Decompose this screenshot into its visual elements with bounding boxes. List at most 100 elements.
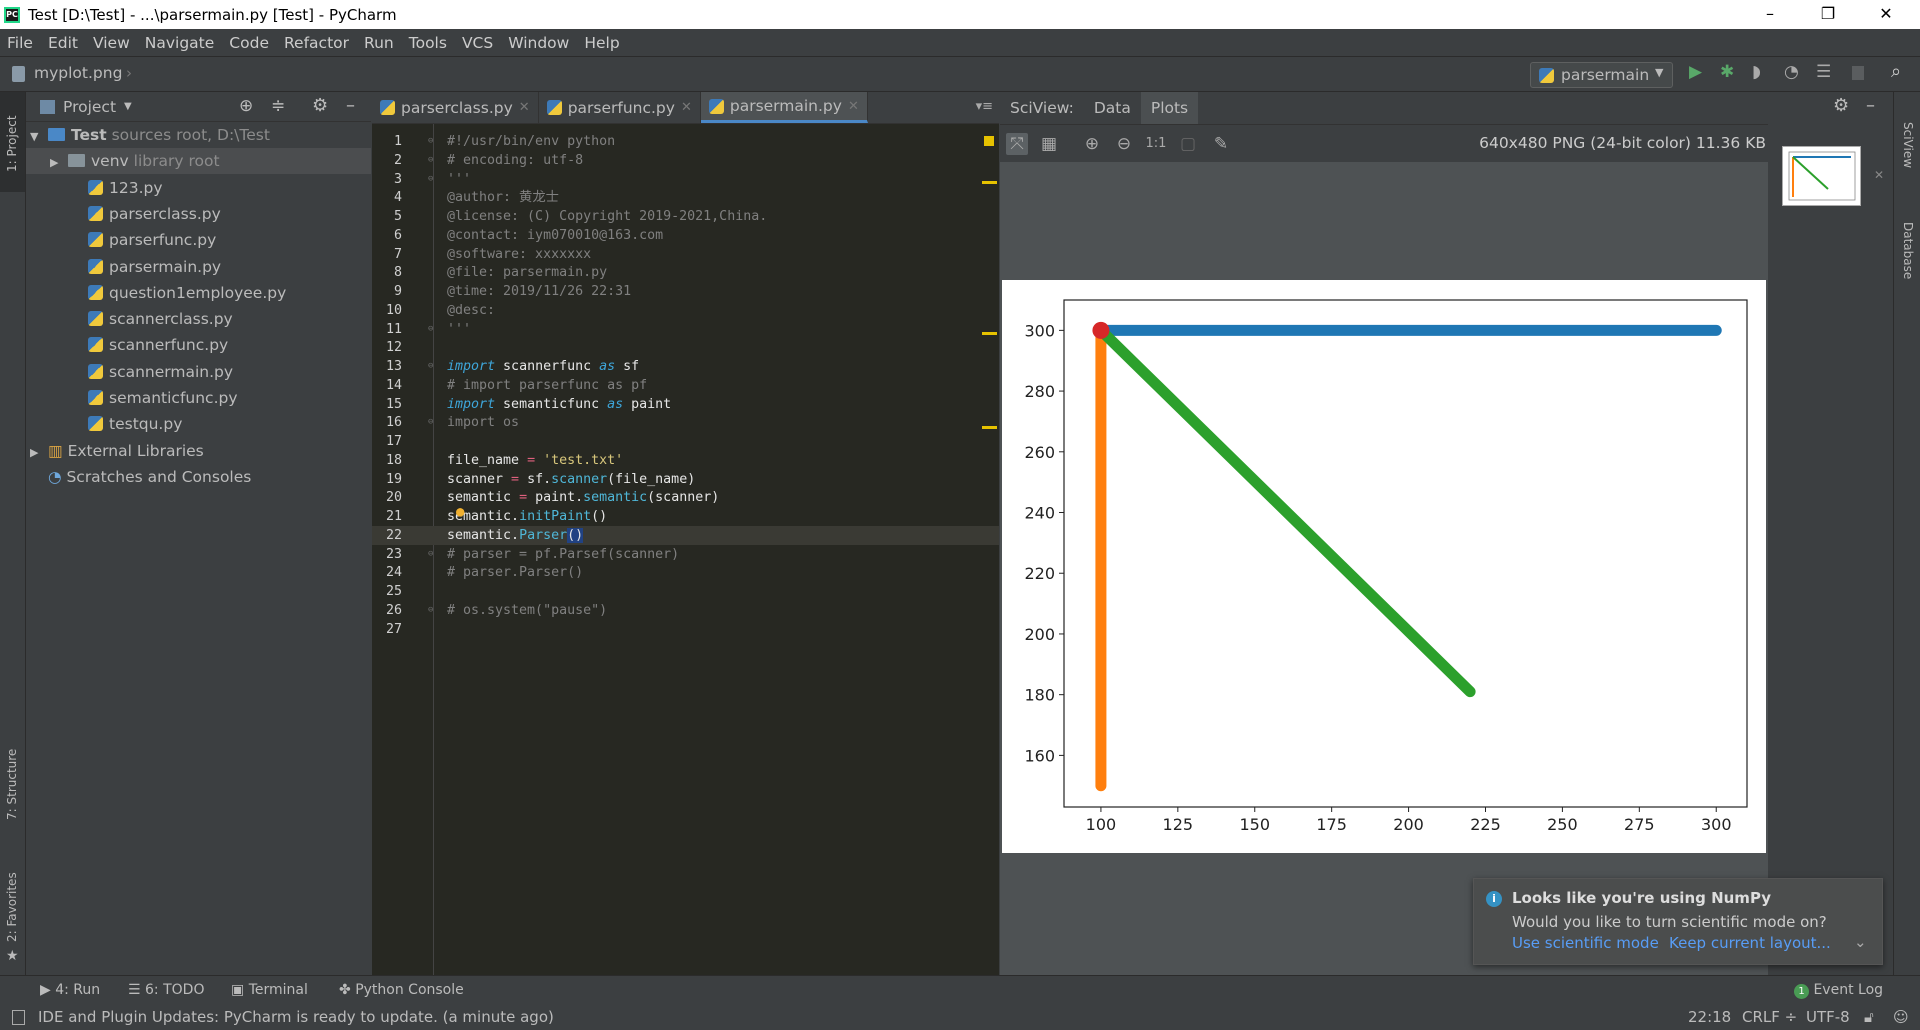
close-thumbnail-icon[interactable]: ✕ [1874,168,1884,182]
structure-tool-button[interactable]: 7: Structure [5,749,19,820]
close-tab-icon[interactable]: ✕ [848,99,859,114]
run-tool-button[interactable]: ▶ 4: Run [40,982,100,998]
profile-icon[interactable]: ◔ [1784,62,1799,82]
code-line[interactable]: 4 @author: 黄龙士 [372,188,999,207]
code-line[interactable]: 23 # parser = pf.Parsef(scanner) [372,545,999,564]
line-separator[interactable]: CRLF ÷ [1742,1008,1797,1026]
collapse-all-icon[interactable]: ≑ [271,96,285,116]
code-line[interactable]: 24 # parser.Parser() [372,563,999,582]
tree-item[interactable]: question1employee.py [26,280,371,306]
tree-item[interactable]: scannermain.py [26,359,371,385]
stop-icon[interactable] [1852,66,1864,80]
menu-refactor[interactable]: Refactor [284,34,349,52]
editor-tab[interactable]: parserclass.py ✕ [372,92,539,123]
collapse-arrow-icon[interactable]: ▶ [30,440,48,466]
code-line[interactable]: 19 scanner = sf.scanner(file_name) [372,470,999,489]
gear-icon[interactable]: ⚙ [312,95,328,116]
zoom-in-icon[interactable]: ⊕ [1081,133,1103,155]
chevron-down-icon[interactable]: ▼ [124,101,132,112]
search-icon[interactable]: ⌕ [1891,61,1901,82]
menu-tools[interactable]: Tools [409,34,447,52]
code-line[interactable]: 15 import semanticfunc as paint [372,395,999,414]
hide-icon[interactable]: – [1866,95,1875,116]
code-line[interactable]: 1 #!/usr/bin/env python [372,132,999,151]
coverage-icon[interactable]: ◗ [1752,62,1761,82]
code-line[interactable]: 16 import os [372,413,999,432]
code-line[interactable]: 13 import scannerfunc as sf [372,357,999,376]
code-line[interactable]: 25 [372,582,999,601]
python-console-tool-button[interactable]: ✤ Python Console [339,982,464,998]
database-tool-button[interactable]: Database [1901,222,1915,279]
locate-icon[interactable]: ⊕ [239,96,253,116]
minimize-button[interactable]: – [1742,0,1798,29]
background-icon[interactable]: ▢ [1177,133,1199,155]
code-line[interactable]: 27 [372,620,999,639]
tree-item[interactable]: ▼ Test sources root, D:\Test [26,122,371,148]
concurrency-icon[interactable]: ☰ [1816,62,1831,82]
breadcrumb-file[interactable]: myplot.png [34,64,122,82]
zoom-out-icon[interactable]: ⊖ [1113,133,1135,155]
code-line[interactable]: 17 [372,432,999,451]
terminal-tool-button[interactable]: ▣ Terminal [231,982,308,998]
maximize-button[interactable]: ❐ [1800,0,1856,29]
chevron-down-icon[interactable]: ⌄ [1854,933,1867,951]
tree-item[interactable]: scannerfunc.py [26,332,371,358]
code-line[interactable]: 6 @contact: iym070010@163.com [372,226,999,245]
code-line[interactable]: 9 @time: 2019/11/26 22:31 [372,282,999,301]
tab-list-icon[interactable]: ▾≡ [976,99,993,114]
menu-vcs[interactable]: VCS [462,34,493,52]
menu-code[interactable]: Code [229,34,269,52]
status-message[interactable]: IDE and Plugin Updates: PyCharm is ready… [38,1008,554,1026]
close-button[interactable]: ✕ [1858,0,1914,29]
tree-item[interactable]: ▶ venv library root [26,148,371,175]
fold-marker-icon[interactable]: ⊖ [428,155,433,165]
tab-plots[interactable]: Plots [1140,92,1199,124]
plot-thumbnail[interactable] [1782,146,1861,206]
grid-icon[interactable]: ▦ [1038,133,1060,155]
fold-marker-icon[interactable]: ⊖ [428,605,433,615]
code-line[interactable]: 22 semantic.Parser() [372,525,999,545]
tree-item[interactable]: ◔ Scratches and Consoles [26,464,371,490]
code-line[interactable]: 18 file_name = 'test.txt' [372,451,999,470]
run-icon[interactable]: ▶ [1689,62,1702,82]
code-line[interactable]: 2 # encoding: utf-8 [372,151,999,170]
code-line[interactable]: 3 ''' [372,170,999,189]
fold-marker-icon[interactable]: ⊖ [428,174,433,184]
todo-tool-button[interactable]: ☰ 6: TODO [128,982,204,998]
code-line[interactable]: 10 @desc: [372,301,999,320]
fold-marker-icon[interactable]: ⊖ [428,361,433,371]
tree-item[interactable]: scannerclass.py [26,306,371,332]
code-line[interactable]: 26 # os.system("pause") [372,601,999,620]
code-line[interactable]: 21 semantic.initPaint() [372,507,999,526]
editor-tab[interactable]: parsermain.py ✕ [700,92,868,123]
fold-marker-icon[interactable]: ⊖ [428,136,433,146]
actual-size-icon[interactable]: 1:1 [1145,133,1167,155]
file-encoding[interactable]: UTF-8 [1806,1008,1850,1026]
close-tab-icon[interactable]: ✕ [681,100,692,115]
tree-item[interactable]: parsermain.py [26,254,371,280]
inspector-icon[interactable]: ☺ [1893,1008,1909,1026]
color-picker-icon[interactable]: ✎ [1210,133,1232,155]
tab-data[interactable]: Data [1084,92,1141,124]
menu-help[interactable]: Help [584,34,619,52]
menu-edit[interactable]: Edit [48,34,78,52]
menu-run[interactable]: Run [364,34,394,52]
fit-zoom-icon[interactable]: ⤧ [1006,133,1028,155]
caret-position[interactable]: 22:18 [1688,1008,1731,1026]
code-line[interactable]: 11 ''' [372,320,999,339]
favorites-tool-button[interactable]: 2: Favorites [5,872,19,942]
keep-current-layout-link[interactable]: Keep current layout... [1669,934,1831,952]
tree-item[interactable]: parserfunc.py [26,227,371,253]
tree-item[interactable]: 123.py [26,175,371,201]
code-editor[interactable]: 1 #!/usr/bin/env python 2 # encoding: utf-8… [372,124,999,975]
expand-arrow-icon[interactable]: ▼ [30,124,48,150]
menu-view[interactable]: View [93,34,130,52]
use-scientific-mode-link[interactable]: Use scientific mode [1512,934,1659,952]
event-log-button[interactable]: 1 Event Log [1794,982,1883,999]
lightbulb-icon[interactable]: ● [456,504,464,520]
gear-icon[interactable]: ⚙ [1833,95,1849,116]
tree-item[interactable]: semanticfunc.py [26,385,371,411]
editor-tab[interactable]: parserfunc.py ✕ [539,92,701,123]
menu-navigate[interactable]: Navigate [145,34,215,52]
tree-item[interactable]: parserclass.py [26,201,371,227]
